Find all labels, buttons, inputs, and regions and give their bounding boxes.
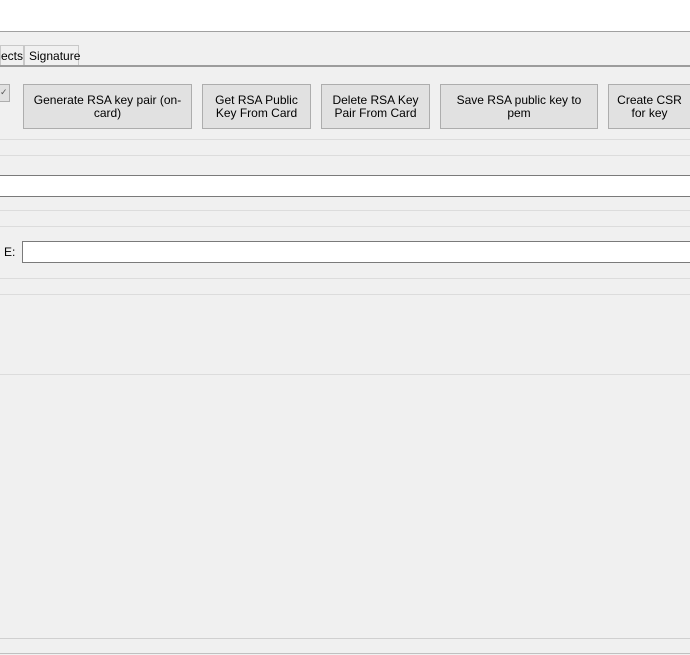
divider xyxy=(0,638,690,639)
e-label: E: xyxy=(4,245,16,259)
window-top-area xyxy=(0,0,690,32)
divider xyxy=(0,374,690,375)
tab-panel-border xyxy=(0,65,690,67)
dropdown-partial[interactable]: ✓ xyxy=(0,84,10,102)
get-rsa-public-key-button[interactable]: Get RSA Public Key From Card xyxy=(202,84,311,129)
key-value-field[interactable] xyxy=(0,175,690,197)
generate-rsa-key-pair-button[interactable]: Generate RSA key pair (on-card) xyxy=(23,84,192,129)
status-bar-border xyxy=(0,653,690,654)
tab-label: Signature xyxy=(29,49,81,63)
divider xyxy=(0,278,690,279)
divider xyxy=(0,226,690,227)
chevron-down-icon: ✓ xyxy=(0,87,8,97)
divider xyxy=(0,294,690,295)
tab-signature[interactable]: Signature xyxy=(24,45,81,65)
tab-objects[interactable]: ects xyxy=(0,45,24,65)
create-csr-button[interactable]: Create CSR for key xyxy=(608,84,690,129)
divider xyxy=(0,155,690,156)
e-field[interactable] xyxy=(22,241,690,263)
tab-label: ects xyxy=(1,49,24,63)
delete-rsa-key-pair-button[interactable]: Delete RSA Key Pair From Card xyxy=(321,84,430,129)
save-rsa-public-key-pem-button[interactable]: Save RSA public key to pem xyxy=(440,84,598,129)
divider xyxy=(0,139,690,140)
divider xyxy=(0,210,690,211)
